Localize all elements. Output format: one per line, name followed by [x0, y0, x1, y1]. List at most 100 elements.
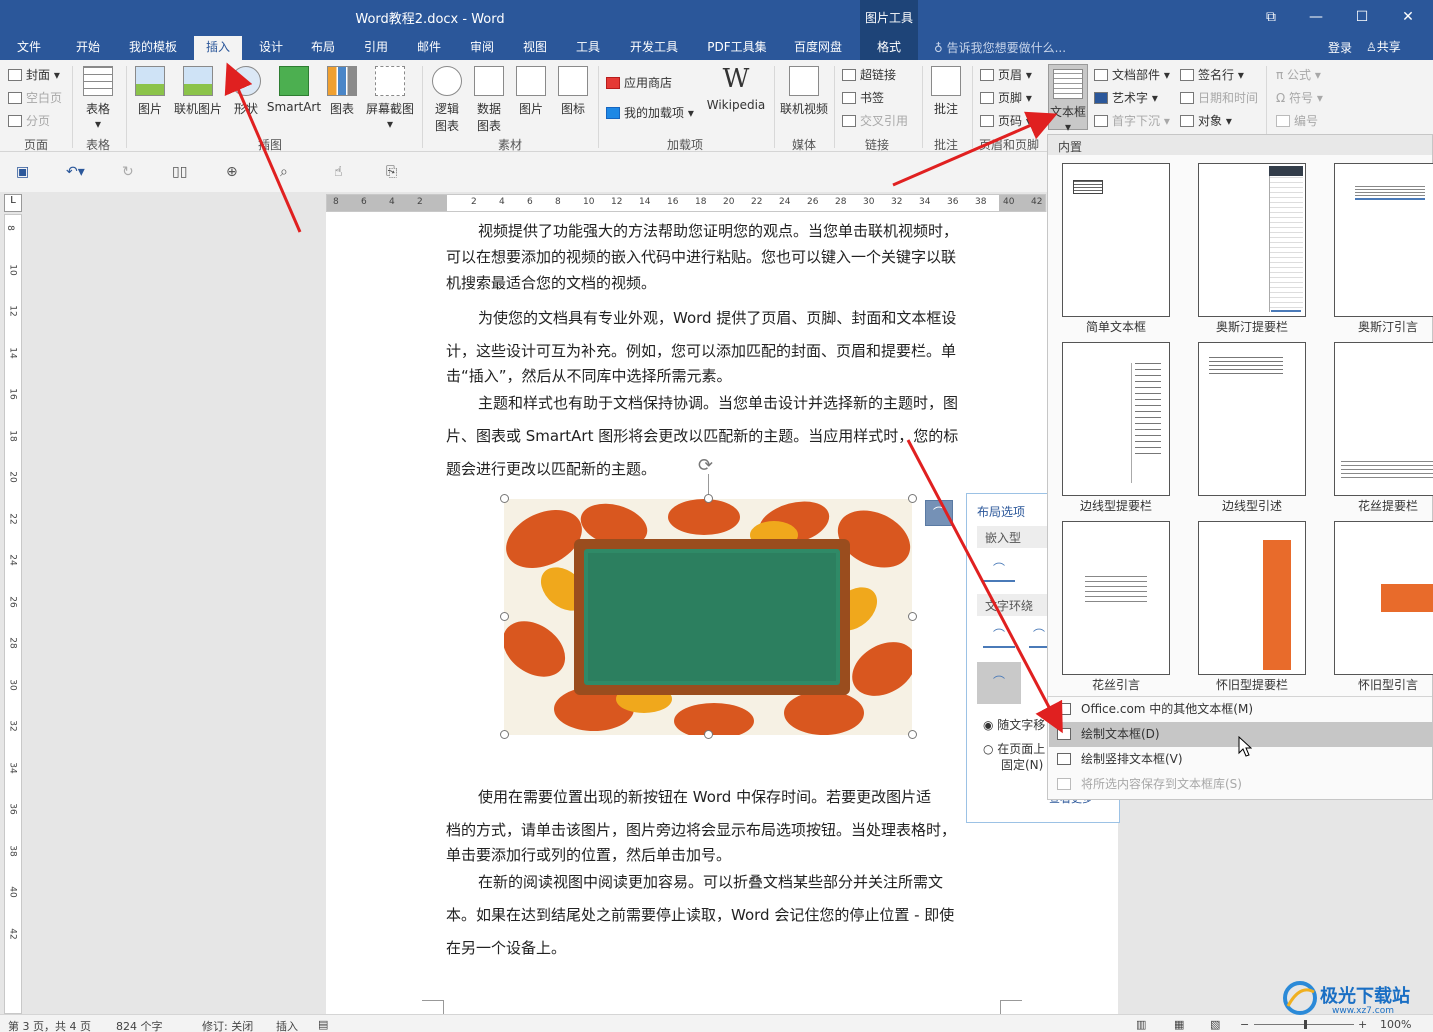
web-layout-view-icon[interactable]: ▧: [1210, 1018, 1220, 1031]
tab-my-templates[interactable]: 我的模板: [120, 36, 186, 60]
tab-developer[interactable]: 开发工具: [624, 36, 684, 60]
tab-pdf-tools[interactable]: PDF工具集: [700, 36, 774, 60]
resize-handle[interactable]: [908, 494, 917, 503]
data-chart-button[interactable]: 数据 图表: [470, 66, 508, 134]
behind-text-icon[interactable]: ⌒: [977, 662, 1021, 704]
icon-button[interactable]: 图标: [554, 66, 592, 117]
print-preview-icon[interactable]: ⌕: [280, 164, 288, 180]
tab-review[interactable]: 审阅: [461, 36, 503, 60]
touch-mode-icon[interactable]: ☝: [334, 164, 343, 180]
resize-handle[interactable]: [500, 612, 509, 621]
wordart-button[interactable]: 艺术字 ▾: [1094, 89, 1158, 106]
tab-tools[interactable]: 工具: [567, 36, 609, 60]
textbox-button[interactable]: 文本框 ▾: [1048, 64, 1088, 134]
symbol-button[interactable]: Ω 符号 ▾: [1276, 89, 1323, 106]
tab-mailings[interactable]: 邮件: [408, 36, 450, 60]
menu-save-selection-to-gallery[interactable]: 将所选内容保存到文本框库(S): [1049, 772, 1433, 797]
tab-selector[interactable]: L: [4, 194, 22, 212]
fix-on-page-option[interactable]: ○ 在页面上: [983, 740, 1045, 757]
chart-button[interactable]: 图表: [324, 66, 360, 117]
cover-page-button[interactable]: 封面 ▾: [8, 66, 60, 83]
minimize-button[interactable]: —: [1296, 4, 1336, 30]
tab-view[interactable]: 视图: [514, 36, 556, 60]
wikipedia-button[interactable]: W Wikipedia: [704, 64, 768, 112]
textbox-tile-simple[interactable]: [1062, 163, 1170, 317]
undo-icon[interactable]: ↶▾: [66, 164, 85, 180]
datetime-button[interactable]: 日期和时间: [1180, 89, 1258, 106]
read-mode-view-icon[interactable]: ▥: [1136, 1018, 1146, 1031]
textbox-tile-austin-quote[interactable]: [1334, 163, 1433, 317]
tell-me-search[interactable]: ♁ 告诉我您想要做什么...: [934, 39, 1066, 56]
resize-handle[interactable]: [908, 612, 917, 621]
equation-button[interactable]: π 公式 ▾: [1276, 66, 1321, 83]
dropcap-button[interactable]: 首字下沉 ▾: [1094, 112, 1170, 129]
web-layout-icon[interactable]: ⊕: [226, 164, 238, 180]
login-link[interactable]: 登录: [1328, 39, 1352, 56]
tab-format[interactable]: 格式: [860, 36, 918, 60]
tab-references[interactable]: 引用: [355, 36, 397, 60]
hyperlink-button[interactable]: 超链接: [842, 66, 896, 83]
footer-button[interactable]: 页脚 ▾: [980, 89, 1032, 106]
selected-picture[interactable]: [504, 499, 912, 735]
table-button[interactable]: 表格 ▾: [76, 66, 120, 131]
resize-handle[interactable]: [704, 730, 713, 739]
my-addins-button[interactable]: 我的加载项 ▾: [606, 104, 694, 121]
header-button[interactable]: 页眉 ▾: [980, 66, 1032, 83]
track-changes-status[interactable]: 修订: 关闭: [202, 1018, 253, 1032]
resize-handle[interactable]: [500, 730, 509, 739]
close-button[interactable]: ✕: [1388, 4, 1428, 30]
textbox-tile-sideline-quote[interactable]: [1198, 342, 1306, 496]
object-button[interactable]: 对象 ▾: [1180, 112, 1232, 129]
tab-baidu-netdisk[interactable]: 百度网盘: [786, 36, 850, 60]
material-picture-button[interactable]: 图片: [512, 66, 550, 117]
save-icon[interactable]: ▣: [16, 164, 29, 180]
redo-icon[interactable]: ↻: [122, 164, 134, 180]
layout-options-button[interactable]: ⌒: [925, 500, 953, 526]
textbox-tile-retro-sidebar[interactable]: [1198, 521, 1306, 675]
shapes-button[interactable]: 形状: [226, 66, 266, 117]
page-number-button[interactable]: 页码 ▾: [980, 112, 1032, 129]
zoom-level[interactable]: 100%: [1380, 1018, 1411, 1031]
textbox-tile-retro-quote[interactable]: [1334, 521, 1433, 675]
resize-handle[interactable]: [500, 494, 509, 503]
ribbon-display-options-icon[interactable]: ⧉: [1251, 4, 1291, 30]
tab-design[interactable]: 设计: [250, 36, 292, 60]
textbox-tile-filigree-quote[interactable]: [1062, 521, 1170, 675]
tab-home[interactable]: 开始: [66, 36, 110, 60]
inline-layout-icon[interactable]: ⌒: [983, 560, 1015, 582]
textbox-tile-filigree-sidebar[interactable]: [1334, 342, 1433, 496]
rotate-handle-icon[interactable]: ⟳: [698, 455, 713, 476]
quick-parts-button[interactable]: 文档部件 ▾: [1094, 66, 1170, 83]
zoom-slider-thumb[interactable]: [1304, 1020, 1307, 1029]
paragraph-buttons[interactable]: 使用在需要位置出现的新按钮在 Word 中保存时间。若要更改图片适 档的方式，请…: [446, 781, 998, 872]
page-count[interactable]: 第 3 页，共 4 页: [8, 1018, 91, 1032]
menu-more-textboxes-office[interactable]: Office.com 中的其他文本框(M): [1049, 697, 1433, 722]
cross-reference-button[interactable]: 交叉引用: [842, 112, 908, 129]
tab-file[interactable]: 文件: [8, 36, 50, 60]
word-count[interactable]: 824 个字: [116, 1018, 163, 1032]
maximize-button[interactable]: ☐: [1342, 4, 1382, 30]
signature-line-button[interactable]: 签名行 ▾: [1180, 66, 1244, 83]
online-picture-button[interactable]: 联机图片: [170, 66, 226, 117]
insert-mode[interactable]: 插入: [276, 1018, 298, 1032]
horizontal-ruler[interactable]: 8642 2 4 6 8 10 12 14 16 18 20 22 24 26 28 30 32 34 36 38 4…: [326, 194, 1046, 212]
page-break-button[interactable]: 分页: [8, 112, 50, 129]
customize-icon[interactable]: ⎘: [386, 164, 397, 180]
paragraph-reading[interactable]: 在新的阅读视图中阅读更加容易。可以折叠文档某些部分并关注所需文 本。如果在达到结…: [446, 866, 998, 965]
comment-button[interactable]: 批注: [926, 66, 966, 117]
screenshot-button[interactable]: 屏幕截图 ▾: [362, 66, 418, 131]
blank-page-button[interactable]: 空白页: [8, 89, 62, 106]
zoom-in-icon[interactable]: +: [1358, 1018, 1367, 1031]
read-mode-icon[interactable]: ▯▯: [172, 164, 187, 180]
textbox-tile-austin-sidebar[interactable]: [1198, 163, 1306, 317]
share-button[interactable]: ♙共享: [1366, 36, 1422, 60]
paragraph-video[interactable]: 视频提供了功能强大的方法帮助您证明您的观点。当您单击联机视频时， 可以在想要添加…: [446, 215, 998, 300]
print-layout-view-icon[interactable]: ▦: [1174, 1018, 1184, 1031]
bookmark-button[interactable]: 书签: [842, 89, 884, 106]
tight-wrap-icon[interactable]: ⌒: [1029, 626, 1049, 648]
zoom-out-icon[interactable]: −: [1240, 1018, 1249, 1031]
square-wrap-icon[interactable]: ⌒: [983, 626, 1015, 648]
picture-button[interactable]: 图片: [130, 66, 170, 117]
tab-insert[interactable]: 插入: [194, 36, 242, 60]
tab-layout[interactable]: 布局: [302, 36, 344, 60]
